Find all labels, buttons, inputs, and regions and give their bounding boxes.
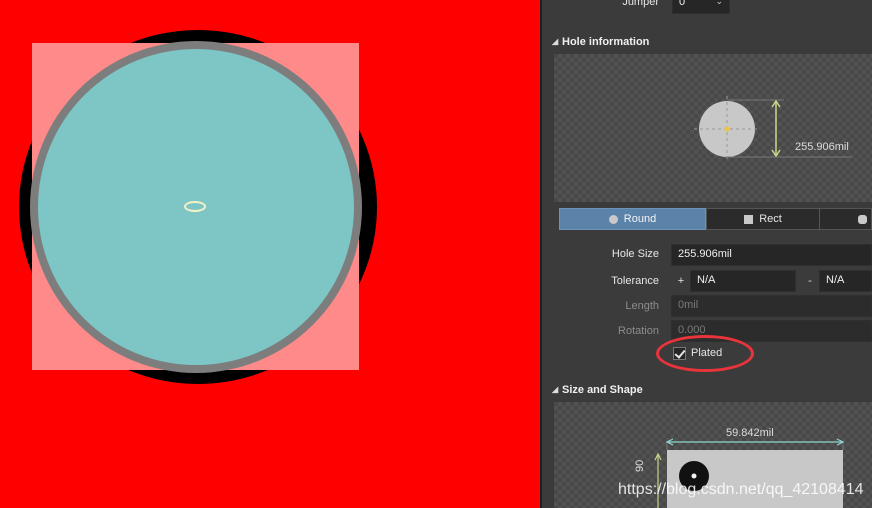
section-hole-information[interactable]: ◢ Hole information xyxy=(542,32,872,54)
tolerance-label: Tolerance xyxy=(611,275,659,287)
shape-round-button[interactable]: Round xyxy=(559,208,706,230)
tolerance-minus-sign: - xyxy=(808,275,812,287)
preview-center-dot xyxy=(724,126,730,132)
jumper-row: Jumper 0 ⌄ xyxy=(542,0,872,20)
length-value: 0mil xyxy=(678,299,699,311)
shape-round-label: Round xyxy=(623,213,657,225)
round-icon xyxy=(608,214,618,224)
pad-preview-center xyxy=(691,473,697,479)
properties-panel: Jumper 0 ⌄ ◢ Hole information 255.906mil… xyxy=(542,0,872,508)
section-size-and-shape[interactable]: ◢ Size and Shape xyxy=(542,380,872,402)
hole-size-value: 255.906mil xyxy=(678,248,732,260)
section-title: Hole information xyxy=(562,36,650,48)
hole-dimension-label: 255.906mil xyxy=(795,141,849,153)
shape-rect-button[interactable]: Rect xyxy=(706,208,820,230)
rect-icon xyxy=(744,214,754,224)
tolerance-plus-value: N/A xyxy=(697,274,716,286)
hole-preview: 255.906mil xyxy=(554,54,872,202)
slot-icon xyxy=(858,214,867,224)
width-dimension-label: 59.842mil xyxy=(726,427,774,439)
section-title: Size and Shape xyxy=(562,384,643,396)
shape-rect-label: Rect xyxy=(759,213,782,225)
hole-preview-drawing xyxy=(694,96,852,162)
length-input[interactable]: 0mil xyxy=(671,295,872,317)
tolerance-minus-input[interactable]: N/A xyxy=(819,270,872,292)
jumper-label: Jumper xyxy=(622,0,659,8)
hole-size-input[interactable]: 255.906mil xyxy=(671,244,872,266)
shape-slot-button[interactable] xyxy=(819,208,872,230)
collapse-triangle-icon: ◢ xyxy=(552,37,559,46)
jumper-value: 0 xyxy=(679,0,686,8)
jumper-select[interactable]: 0 ⌄ xyxy=(672,0,730,14)
highlight-annotation xyxy=(656,335,754,372)
hole-size-label: Hole Size xyxy=(611,248,659,260)
tolerance-minus-value: N/A xyxy=(826,274,845,286)
chevron-down-icon: ⌄ xyxy=(715,0,723,6)
height-dimension-label: 90 xyxy=(634,459,646,472)
tolerance-plus-sign: + xyxy=(677,275,685,287)
collapse-triangle-icon: ◢ xyxy=(552,385,559,394)
watermark-text: https://blog.csdn.net/qq_42108414 xyxy=(618,481,864,498)
length-label: Length xyxy=(625,300,659,312)
tolerance-plus-input[interactable]: N/A xyxy=(690,270,796,292)
rotation-label: Rotation xyxy=(618,325,659,337)
pad-center-marker xyxy=(184,201,206,212)
pcb-canvas[interactable] xyxy=(0,0,540,508)
